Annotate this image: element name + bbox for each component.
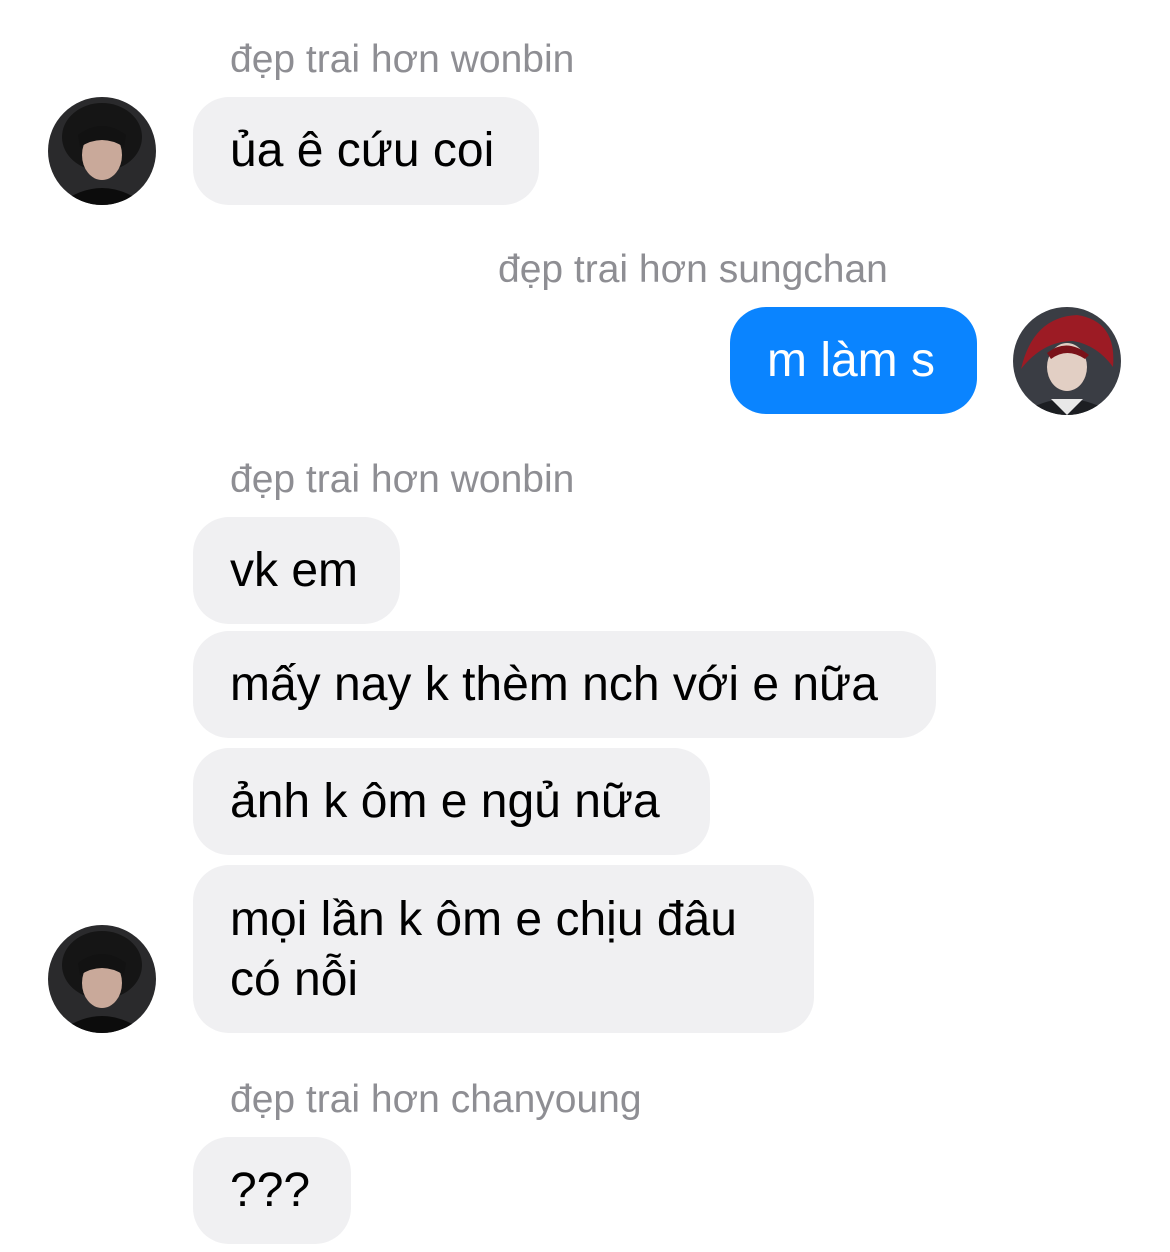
message-text: ủa ê cứu coi: [230, 124, 495, 177]
sender-name: đẹp trai hơn chanyoung: [230, 1078, 642, 1121]
message-text: m làm s: [767, 333, 935, 387]
avatar-wonbin-icon: [48, 97, 156, 205]
message-bubble[interactable]: ảnh k ôm e ngủ nữa: [193, 748, 710, 855]
message-text: vk em: [230, 543, 359, 597]
message-bubble[interactable]: ???: [193, 1137, 351, 1244]
sender-name: đẹp trai hơn sungchan: [498, 248, 888, 291]
message-text-line: có nỗi: [230, 953, 359, 1006]
sender-name: đẹp trai hơn wonbin: [230, 38, 575, 81]
message-bubble[interactable]: vk em: [193, 517, 400, 624]
message-bubble-outgoing[interactable]: m làm s: [730, 307, 977, 414]
avatar-wonbin[interactable]: [48, 925, 156, 1033]
sender-name: đẹp trai hơn wonbin: [230, 458, 575, 501]
avatar-wonbin[interactable]: [48, 97, 156, 205]
message-bubble[interactable]: mấy nay k thèm nch với e nữa: [193, 631, 936, 738]
avatar-sungchan[interactable]: [1013, 307, 1121, 415]
message-text: mấy nay k thèm nch với e nữa: [230, 657, 878, 711]
message-text-line: mọi lần k ôm e chịu đâu: [230, 893, 737, 946]
message-text: ảnh k ôm e ngủ nữa: [230, 774, 660, 828]
message-text: mọi lần k ôm e chịu đâu có nỗi: [230, 890, 737, 1010]
message-text: ???: [230, 1163, 311, 1217]
avatar-sungchan-icon: [1013, 307, 1121, 415]
message-bubble[interactable]: ủa ê cứu coi: [193, 97, 539, 205]
avatar-wonbin-icon: [48, 925, 156, 1033]
message-bubble[interactable]: mọi lần k ôm e chịu đâu có nỗi: [193, 865, 814, 1033]
